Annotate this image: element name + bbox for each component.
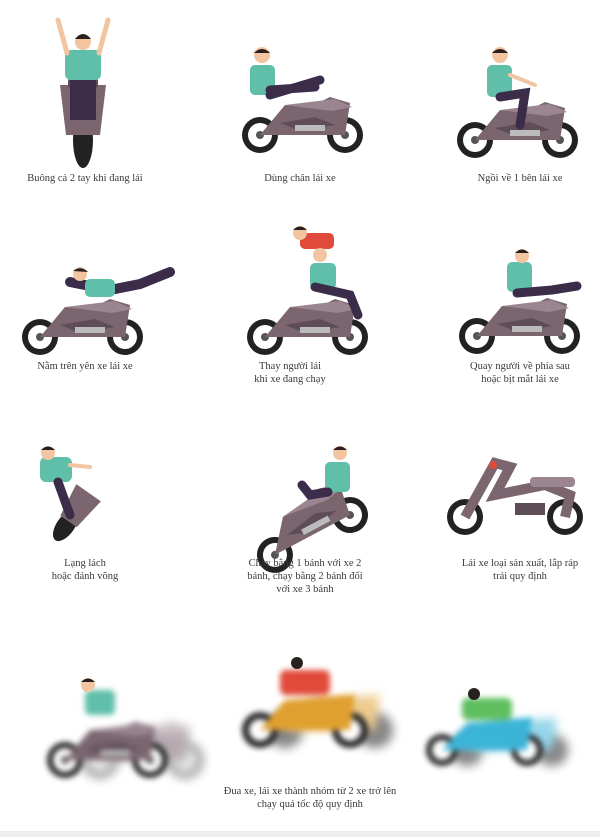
illustration-illegal-bike — [445, 455, 585, 545]
caption-line: chạy quá tốc độ quy định — [257, 799, 363, 810]
caption-side-sitting: Ngồi về 1 bên lái xe — [477, 173, 563, 184]
illustration-racing-bike-3 — [412, 688, 587, 773]
caption-lying-on-seat: Nằm trên yên xe lái xe — [37, 361, 133, 372]
caption-line: bánh, chạy bằng 2 bánh đối — [247, 571, 363, 582]
caption-line: Chạy bằng 1 bánh với xe 2 — [248, 558, 362, 569]
caption-line: Lạng lách — [64, 558, 106, 569]
caption-line: hoặc bịt mắt lái xe — [481, 374, 559, 385]
caption-line: Đua xe, lái xe thành nhóm từ 2 xe trở lê… — [223, 786, 397, 797]
caption-weaving: Lạng lách hoặc đánh võng — [0, 557, 170, 583]
caption-switch-rider: Thay người lái khi xe đang chạy — [205, 360, 375, 386]
illustration-weaving — [30, 445, 130, 545]
caption-line: Lái xe loại sản xuất, lắp ráp — [461, 558, 579, 569]
illustration-racing-bike-2 — [235, 655, 410, 755]
caption-line: trái quy định — [493, 571, 547, 582]
caption-line: Thay người lái — [259, 361, 321, 372]
caption-line: với xe 3 bánh — [276, 584, 334, 595]
illustration-lying-on-seat — [15, 262, 185, 357]
illustration-wheelie — [240, 440, 375, 580]
caption-turned-around: Quay người về phía sau hoặc bịt mắt lái … — [435, 360, 600, 386]
illustration-turned-around — [452, 248, 582, 354]
caption-foot-steering: Dùng chân lái xe — [264, 173, 336, 184]
illustration-foot-steering — [235, 45, 370, 160]
illustration-switch-rider — [240, 225, 380, 355]
caption-line: Quay người về phía sau — [470, 361, 570, 372]
caption-racing: Đua xe, lái xe thành nhóm từ 2 xe trở lê… — [185, 785, 435, 811]
caption-hands-free: Buông cả 2 tay khi đang lái — [27, 173, 143, 184]
caption-wheelie: Chạy bằng 1 bánh với xe 2 bánh, chạy bằn… — [220, 557, 390, 596]
illustration-racing-bike-1 — [40, 675, 205, 778]
illustration-side-sitting — [450, 45, 585, 160]
caption-illegal-bike: Lái xe loại sản xuất, lắp ráp trái quy đ… — [435, 557, 600, 583]
illustration-hands-free — [40, 15, 130, 170]
caption-line: hoặc đánh võng — [51, 571, 119, 582]
caption-line: khi xe đang chạy — [254, 374, 326, 385]
footer-bar — [0, 831, 600, 837]
